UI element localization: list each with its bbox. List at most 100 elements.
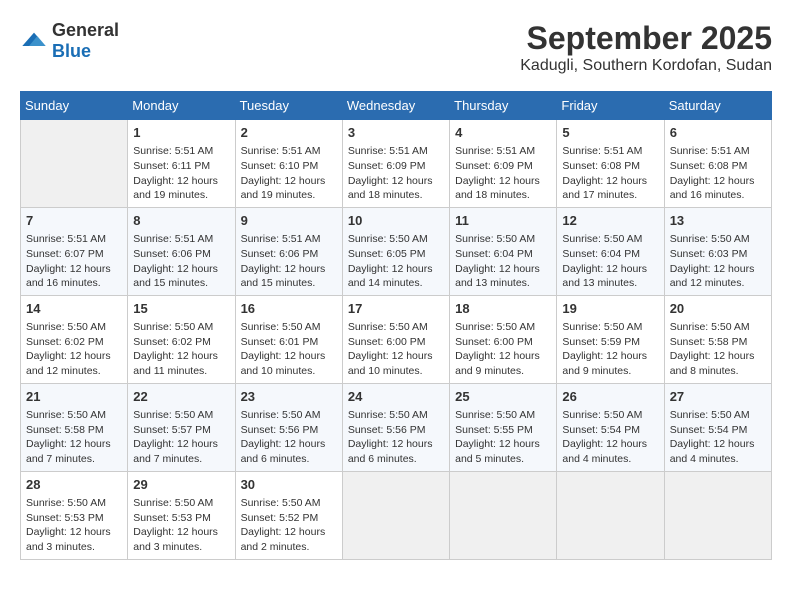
cell-text: Daylight: 12 hours [562,174,658,189]
cell-text: Daylight: 12 hours [133,525,229,540]
day-number: 2 [241,124,337,142]
cell-text: and 3 minutes. [26,540,122,555]
calendar-cell: 22Sunrise: 5:50 AMSunset: 5:57 PMDayligh… [128,383,235,471]
cell-text: Sunset: 6:06 PM [133,247,229,262]
calendar-cell: 28Sunrise: 5:50 AMSunset: 5:53 PMDayligh… [21,471,128,559]
calendar-week-row: 28Sunrise: 5:50 AMSunset: 5:53 PMDayligh… [21,471,772,559]
weekday-header: Friday [557,92,664,120]
cell-text: and 16 minutes. [670,188,766,203]
cell-text: Sunset: 6:08 PM [670,159,766,174]
cell-text: Sunset: 5:57 PM [133,423,229,438]
cell-text: Sunset: 6:02 PM [26,335,122,350]
logo-blue: Blue [52,41,91,61]
day-number: 9 [241,212,337,230]
day-number: 10 [348,212,444,230]
calendar-cell: 13Sunrise: 5:50 AMSunset: 6:03 PMDayligh… [664,207,771,295]
calendar-cell: 19Sunrise: 5:50 AMSunset: 5:59 PMDayligh… [557,295,664,383]
cell-text: Daylight: 12 hours [562,437,658,452]
day-number: 22 [133,388,229,406]
cell-text: and 14 minutes. [348,276,444,291]
cell-text: Daylight: 12 hours [348,437,444,452]
cell-text: and 16 minutes. [26,276,122,291]
cell-text: Sunrise: 5:50 AM [455,408,551,423]
weekday-header: Thursday [450,92,557,120]
cell-text: Sunrise: 5:50 AM [241,408,337,423]
cell-text: and 13 minutes. [562,276,658,291]
cell-text: Sunrise: 5:51 AM [241,144,337,159]
weekday-header: Sunday [21,92,128,120]
cell-text: Sunrise: 5:51 AM [133,144,229,159]
cell-text: Sunrise: 5:50 AM [133,320,229,335]
cell-text: Sunset: 5:52 PM [241,511,337,526]
calendar-cell: 7Sunrise: 5:51 AMSunset: 6:07 PMDaylight… [21,207,128,295]
day-number: 3 [348,124,444,142]
logo-text: General Blue [52,20,119,62]
cell-text: and 10 minutes. [241,364,337,379]
day-number: 19 [562,300,658,318]
calendar-cell: 24Sunrise: 5:50 AMSunset: 5:56 PMDayligh… [342,383,449,471]
cell-text: and 15 minutes. [133,276,229,291]
month-title: September 2025 [520,20,772,57]
calendar-week-row: 1Sunrise: 5:51 AMSunset: 6:11 PMDaylight… [21,120,772,208]
cell-text: Daylight: 12 hours [670,262,766,277]
calendar-week-row: 14Sunrise: 5:50 AMSunset: 6:02 PMDayligh… [21,295,772,383]
cell-text: Sunrise: 5:50 AM [348,232,444,247]
cell-text: Sunset: 5:56 PM [348,423,444,438]
calendar-cell: 30Sunrise: 5:50 AMSunset: 5:52 PMDayligh… [235,471,342,559]
cell-text: Sunrise: 5:51 AM [241,232,337,247]
day-number: 13 [670,212,766,230]
cell-text: Sunrise: 5:50 AM [348,320,444,335]
calendar-cell: 18Sunrise: 5:50 AMSunset: 6:00 PMDayligh… [450,295,557,383]
day-number: 21 [26,388,122,406]
day-number: 23 [241,388,337,406]
cell-text: and 7 minutes. [26,452,122,467]
calendar-cell [342,471,449,559]
day-number: 7 [26,212,122,230]
cell-text: and 2 minutes. [241,540,337,555]
cell-text: Sunset: 6:08 PM [562,159,658,174]
cell-text: Sunset: 5:53 PM [133,511,229,526]
calendar-cell: 16Sunrise: 5:50 AMSunset: 6:01 PMDayligh… [235,295,342,383]
calendar-cell: 10Sunrise: 5:50 AMSunset: 6:05 PMDayligh… [342,207,449,295]
location-title: Kadugli, Southern Kordofan, Sudan [520,57,772,75]
cell-text: Sunrise: 5:50 AM [562,320,658,335]
calendar-cell: 23Sunrise: 5:50 AMSunset: 5:56 PMDayligh… [235,383,342,471]
cell-text: Daylight: 12 hours [133,349,229,364]
cell-text: Daylight: 12 hours [455,174,551,189]
day-number: 8 [133,212,229,230]
cell-text: Sunrise: 5:50 AM [562,408,658,423]
calendar-cell: 27Sunrise: 5:50 AMSunset: 5:54 PMDayligh… [664,383,771,471]
cell-text: Sunset: 6:07 PM [26,247,122,262]
cell-text: and 12 minutes. [26,364,122,379]
day-number: 18 [455,300,551,318]
cell-text: Daylight: 12 hours [562,349,658,364]
cell-text: Daylight: 12 hours [562,262,658,277]
cell-text: Sunrise: 5:51 AM [455,144,551,159]
cell-text: Sunrise: 5:50 AM [26,408,122,423]
cell-text: Sunset: 6:04 PM [455,247,551,262]
calendar-cell: 26Sunrise: 5:50 AMSunset: 5:54 PMDayligh… [557,383,664,471]
day-number: 24 [348,388,444,406]
cell-text: and 19 minutes. [241,188,337,203]
cell-text: Sunrise: 5:51 AM [133,232,229,247]
calendar-cell: 9Sunrise: 5:51 AMSunset: 6:06 PMDaylight… [235,207,342,295]
weekday-header: Monday [128,92,235,120]
cell-text: Sunrise: 5:51 AM [562,144,658,159]
cell-text: Daylight: 12 hours [133,437,229,452]
calendar-cell: 4Sunrise: 5:51 AMSunset: 6:09 PMDaylight… [450,120,557,208]
cell-text: and 4 minutes. [670,452,766,467]
logo-general: General [52,20,119,40]
cell-text: Daylight: 12 hours [455,262,551,277]
cell-text: Sunset: 6:09 PM [348,159,444,174]
cell-text: Daylight: 12 hours [348,262,444,277]
cell-text: Daylight: 12 hours [133,174,229,189]
cell-text: Sunset: 5:54 PM [670,423,766,438]
day-number: 6 [670,124,766,142]
calendar-cell: 29Sunrise: 5:50 AMSunset: 5:53 PMDayligh… [128,471,235,559]
cell-text: Sunset: 6:06 PM [241,247,337,262]
cell-text: Daylight: 12 hours [133,262,229,277]
day-number: 4 [455,124,551,142]
cell-text: and 19 minutes. [133,188,229,203]
cell-text: and 18 minutes. [455,188,551,203]
cell-text: Sunset: 5:58 PM [670,335,766,350]
